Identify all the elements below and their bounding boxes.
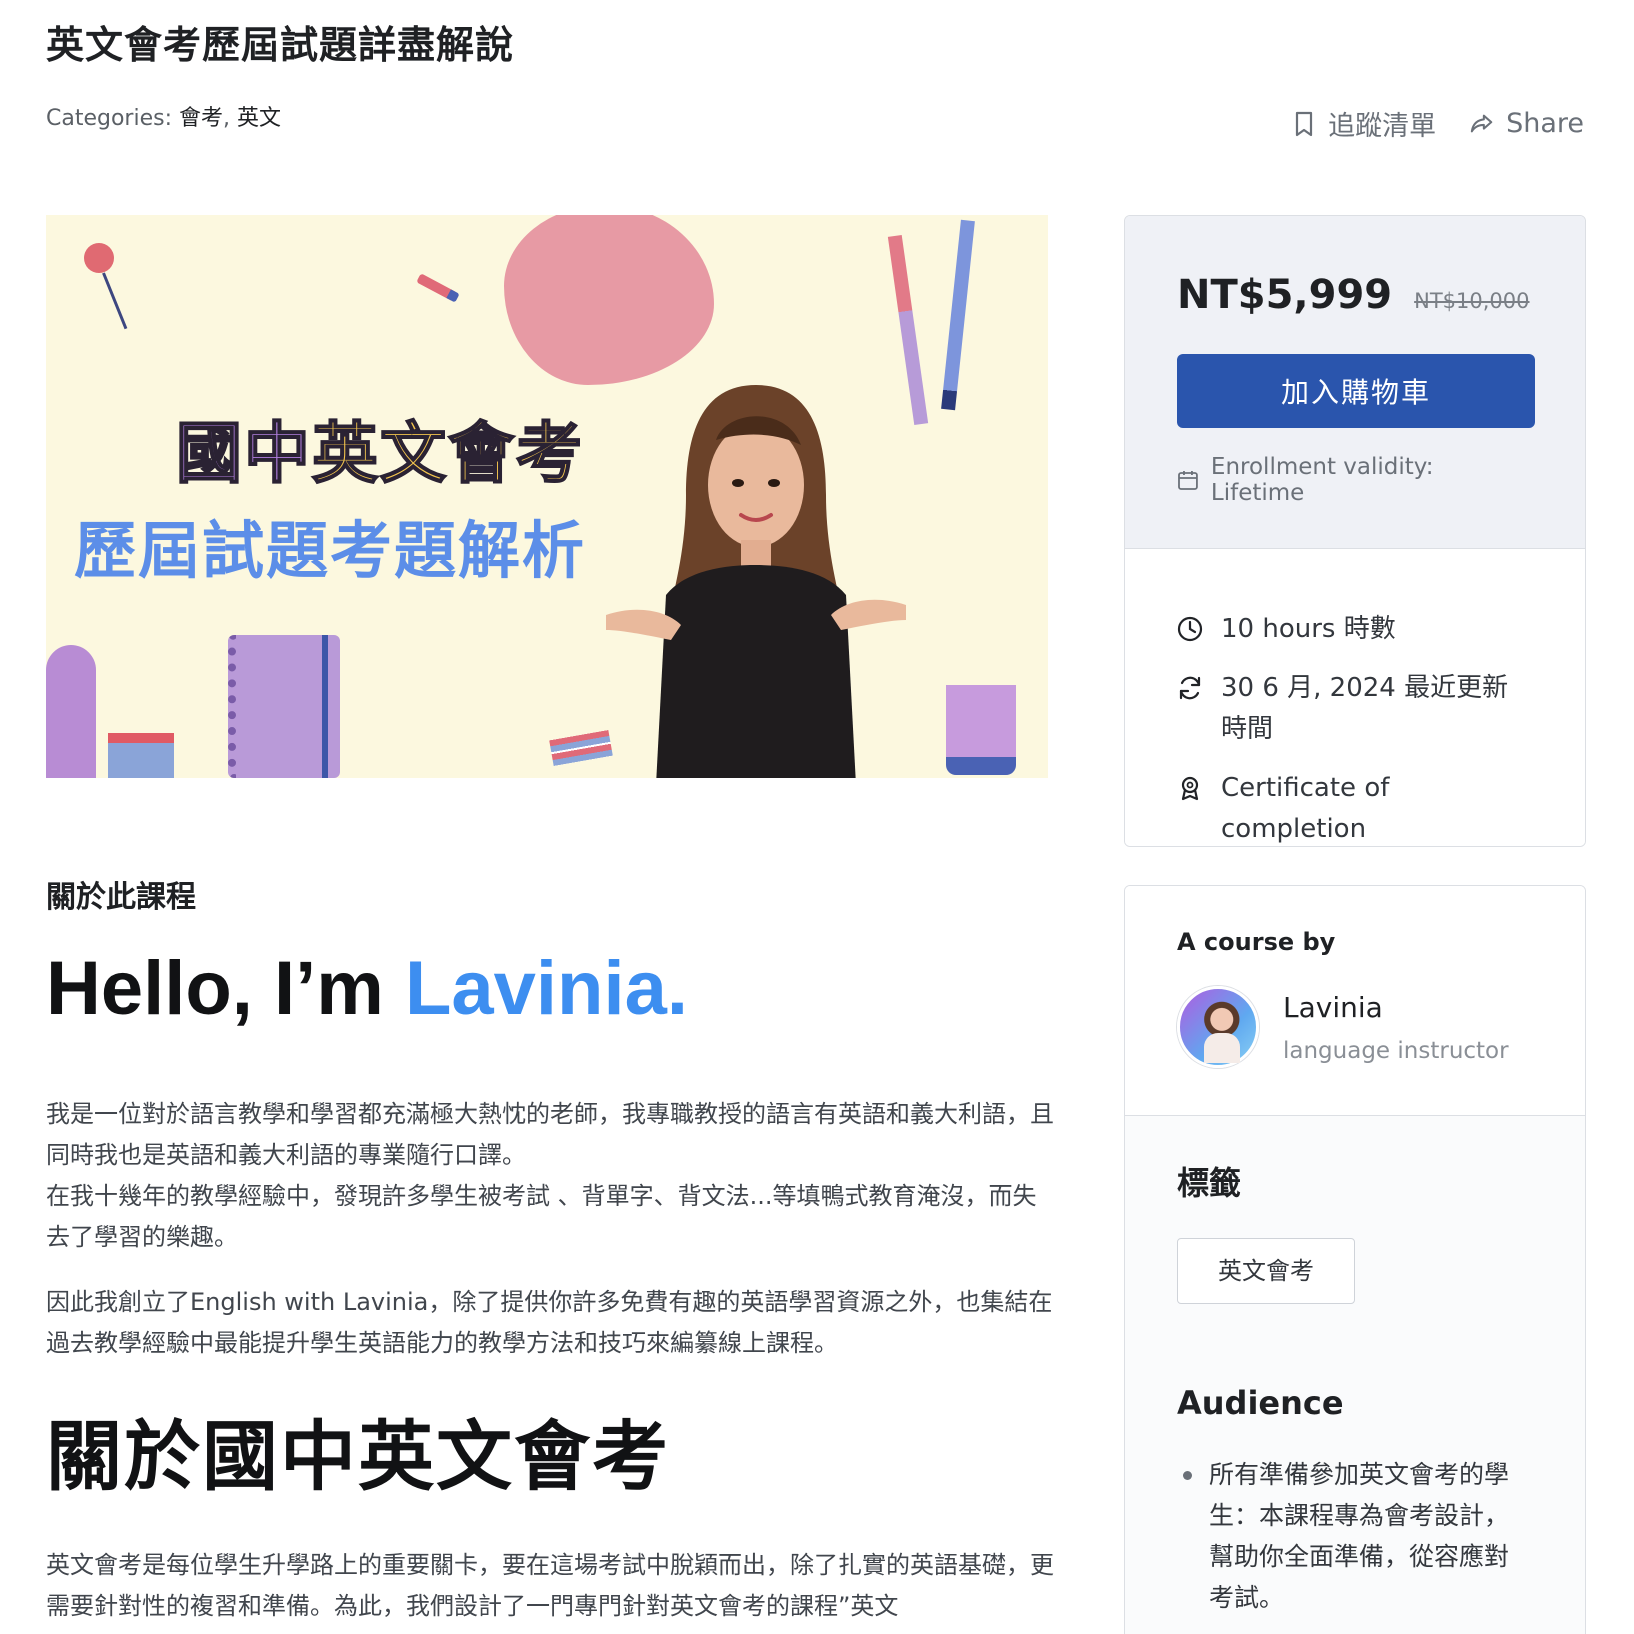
instructor-row[interactable]: Lavinia language instructor xyxy=(1177,986,1533,1068)
hero-title-line2: 歷屆試題考題解析 xyxy=(74,514,587,587)
add-to-cart-button[interactable]: 加入購物車 xyxy=(1177,354,1535,428)
instructor-card: A course by Lavinia language instructor … xyxy=(1124,885,1586,1634)
decorative-notebook xyxy=(228,635,340,778)
calendar-icon xyxy=(1178,471,1198,490)
decorative-pencil-cup xyxy=(946,685,1016,775)
pushpin-icon xyxy=(84,243,114,273)
decorative-blob xyxy=(504,215,714,385)
instructor-info: A course by Lavinia language instructor xyxy=(1125,886,1585,1116)
decorative-lamp xyxy=(46,645,96,778)
current-price: NT$5,999 xyxy=(1177,272,1393,318)
share-button[interactable]: Share xyxy=(1470,104,1584,143)
about-course-label: 關於此課程 xyxy=(46,880,196,915)
validity-text: Enrollment validity: Lifetime xyxy=(1210,454,1434,506)
feature-duration-text: 10 hours 時數 xyxy=(1221,614,1396,644)
audience-list: 所有準備參加英文會考的學生：本課程專為會考設計，幫助你全面準備，從容應對考試。 xyxy=(1177,1454,1533,1618)
course-title: 英文會考歷屆試題詳盡解說 xyxy=(46,23,515,67)
exam-paragraph: 英文會考是每位學生升學路上的重要關卡，要在這場考試中脫穎而出，除了扎實的英語基礎… xyxy=(46,1551,1054,1620)
pricing-card: NT$5,999 NT$10,000 加入購物車 Enrollment vali… xyxy=(1124,215,1586,847)
tags-heading: 標籤 xyxy=(1177,1164,1242,1202)
feature-updated: 30 6 月, 2024 最近更新時間 xyxy=(1177,668,1533,750)
category-link-english[interactable]: 英文 xyxy=(237,106,281,131)
share-label: Share xyxy=(1506,108,1584,139)
avatar[interactable] xyxy=(1177,986,1259,1068)
refresh-icon xyxy=(1179,676,1201,700)
categories: Categories: 會考, 英文 xyxy=(46,106,282,131)
decorative-box xyxy=(108,733,174,778)
decorative-books xyxy=(549,729,613,767)
pricing-top: NT$5,999 NT$10,000 加入購物車 Enrollment vali… xyxy=(1125,216,1585,549)
crayon-icon xyxy=(416,273,460,303)
instructor-role: language instructor xyxy=(1283,1037,1509,1064)
feature-duration: 10 hours 時數 xyxy=(1177,609,1533,650)
original-price: NT$10,000 xyxy=(1414,289,1530,313)
audience-item: 所有準備參加英文會考的學生：本課程專為會考設計，幫助你全面準備，從容應對考試。 xyxy=(1183,1454,1519,1618)
course-by-label: A course by xyxy=(1177,928,1336,956)
categories-label: Categories: xyxy=(46,106,172,131)
tags-audience-section: 標籤 英文會考 Audience 所有準備參加英文會考的學生：本課程專為會考設計… xyxy=(1125,1116,1585,1618)
exam-heading: 關於國中英文會考 xyxy=(46,1412,670,1501)
watchlist-label: 追蹤清單 xyxy=(1328,111,1437,142)
price-row: NT$5,999 NT$10,000 xyxy=(1177,272,1533,318)
pencil-icon xyxy=(941,219,975,411)
intro-line2: 在我十幾年的教學經驗中，發現許多學生被考試 、背單字、背文法...等填鴨式教育淹… xyxy=(46,1182,1037,1251)
bookmark-icon xyxy=(1295,111,1313,136)
clock-icon xyxy=(1177,616,1203,642)
mission-paragraph: 因此我創立了English with Lavinia，除了提供你許多免費有趣的英… xyxy=(46,1288,1053,1357)
feature-certificate-text: Certificate of completion xyxy=(1221,773,1390,844)
intro-line1: 我是一位對於語言教學和學習都充滿極大熱忱的老師，我專職教授的語言有英語和義大利語… xyxy=(46,1100,1054,1169)
hello-heading: Hello, I’m Lavinia. xyxy=(46,946,688,1031)
tag-english-exam[interactable]: 英文會考 xyxy=(1177,1238,1355,1304)
watchlist-button[interactable]: 追蹤清單 xyxy=(1292,104,1436,143)
feature-certificate: Certificate of completion xyxy=(1177,768,1533,846)
course-features: 10 hours 時數 30 6 月, 2024 最近更新時間 Certific… xyxy=(1125,549,1585,846)
intro-paragraph: 我是一位對於語言教學和學習都充滿極大熱忱的老師，我專職教授的語言有英語和義大利語… xyxy=(46,1094,1056,1258)
enrollment-validity: Enrollment validity: Lifetime xyxy=(1177,454,1533,506)
top-actions: 追蹤清單 Share xyxy=(1292,104,1584,143)
share-icon xyxy=(1470,114,1493,132)
category-link-exam[interactable]: 會考 xyxy=(179,106,223,131)
certificate-icon xyxy=(1181,776,1199,801)
instructor-photo xyxy=(606,385,906,778)
course-hero-image: 國中英文會考 歷屆試題考題解析 xyxy=(46,215,1048,778)
feature-updated-text: 30 6 月, 2024 最近更新時間 xyxy=(1221,673,1509,744)
instructor-name[interactable]: Lavinia xyxy=(1283,991,1509,1024)
audience-heading: Audience xyxy=(1177,1384,1344,1422)
hero-title-line1: 國中英文會考 xyxy=(175,414,584,493)
